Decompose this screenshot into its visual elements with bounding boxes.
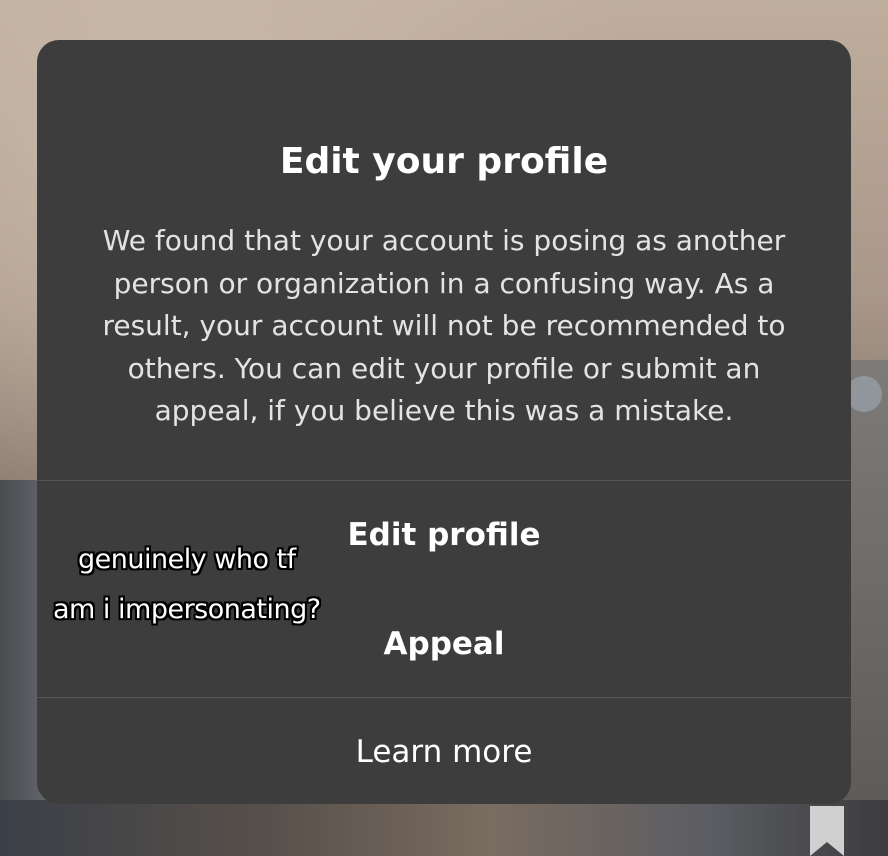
appeal-button[interactable]: Appeal [37, 622, 851, 666]
background-profile-circle [846, 376, 882, 412]
dialog-divider [37, 697, 851, 698]
caption-text-line-1: genuinely who tf [78, 544, 296, 575]
background-bottom-strip [0, 800, 888, 856]
caption-text-line-2: am i impersonating? [53, 594, 321, 625]
learn-more-button[interactable]: Learn more [37, 730, 851, 774]
screen: Edit your profile We found that your acc… [0, 0, 888, 856]
dialog-divider [37, 480, 851, 481]
dialog-title: Edit your profile [279, 141, 609, 182]
dialog-message: We found that your account is posing as … [102, 224, 786, 427]
edit-profile-dialog: Edit your profile We found that your acc… [37, 40, 851, 804]
